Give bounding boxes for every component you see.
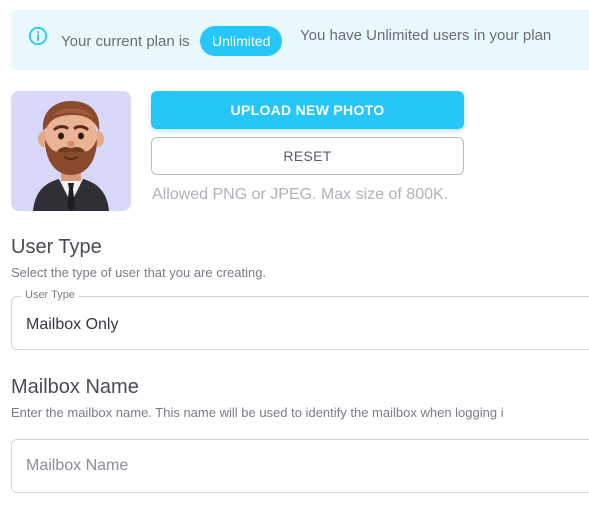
mailbox-name-field xyxy=(11,439,589,493)
mailbox-name-description: Enter the mailbox name. This name will b… xyxy=(11,405,504,420)
reset-button[interactable]: RESET xyxy=(151,137,464,175)
add-user-form: Your current plan is Unlimited You have … xyxy=(0,0,589,510)
mailbox-name-title: Mailbox Name xyxy=(11,376,139,398)
upload-new-photo-button[interactable]: UPLOAD NEW PHOTO xyxy=(151,91,464,129)
avatar-man-bearded-icon xyxy=(33,101,109,211)
info-icon xyxy=(28,26,48,46)
plan-badge: Unlimited xyxy=(200,26,283,56)
plan-prefix-text: Your current plan is xyxy=(61,33,190,50)
allowed-file-hint: Allowed PNG or JPEG. Max size of 800K. xyxy=(152,186,449,203)
user-type-select[interactable]: User Type Mailbox Only xyxy=(11,289,589,350)
user-type-title: User Type xyxy=(11,236,102,258)
user-type-field-label: User Type xyxy=(21,289,79,301)
mailbox-name-input[interactable] xyxy=(12,440,589,492)
plan-users-text: You have Unlimited users in your plan xyxy=(300,27,552,44)
user-type-description: Select the type of user that you are cre… xyxy=(11,265,267,280)
user-type-selected-value: Mailbox Only xyxy=(26,316,119,333)
plan-banner: Your current plan is Unlimited You have … xyxy=(11,10,589,70)
avatar xyxy=(11,91,131,211)
